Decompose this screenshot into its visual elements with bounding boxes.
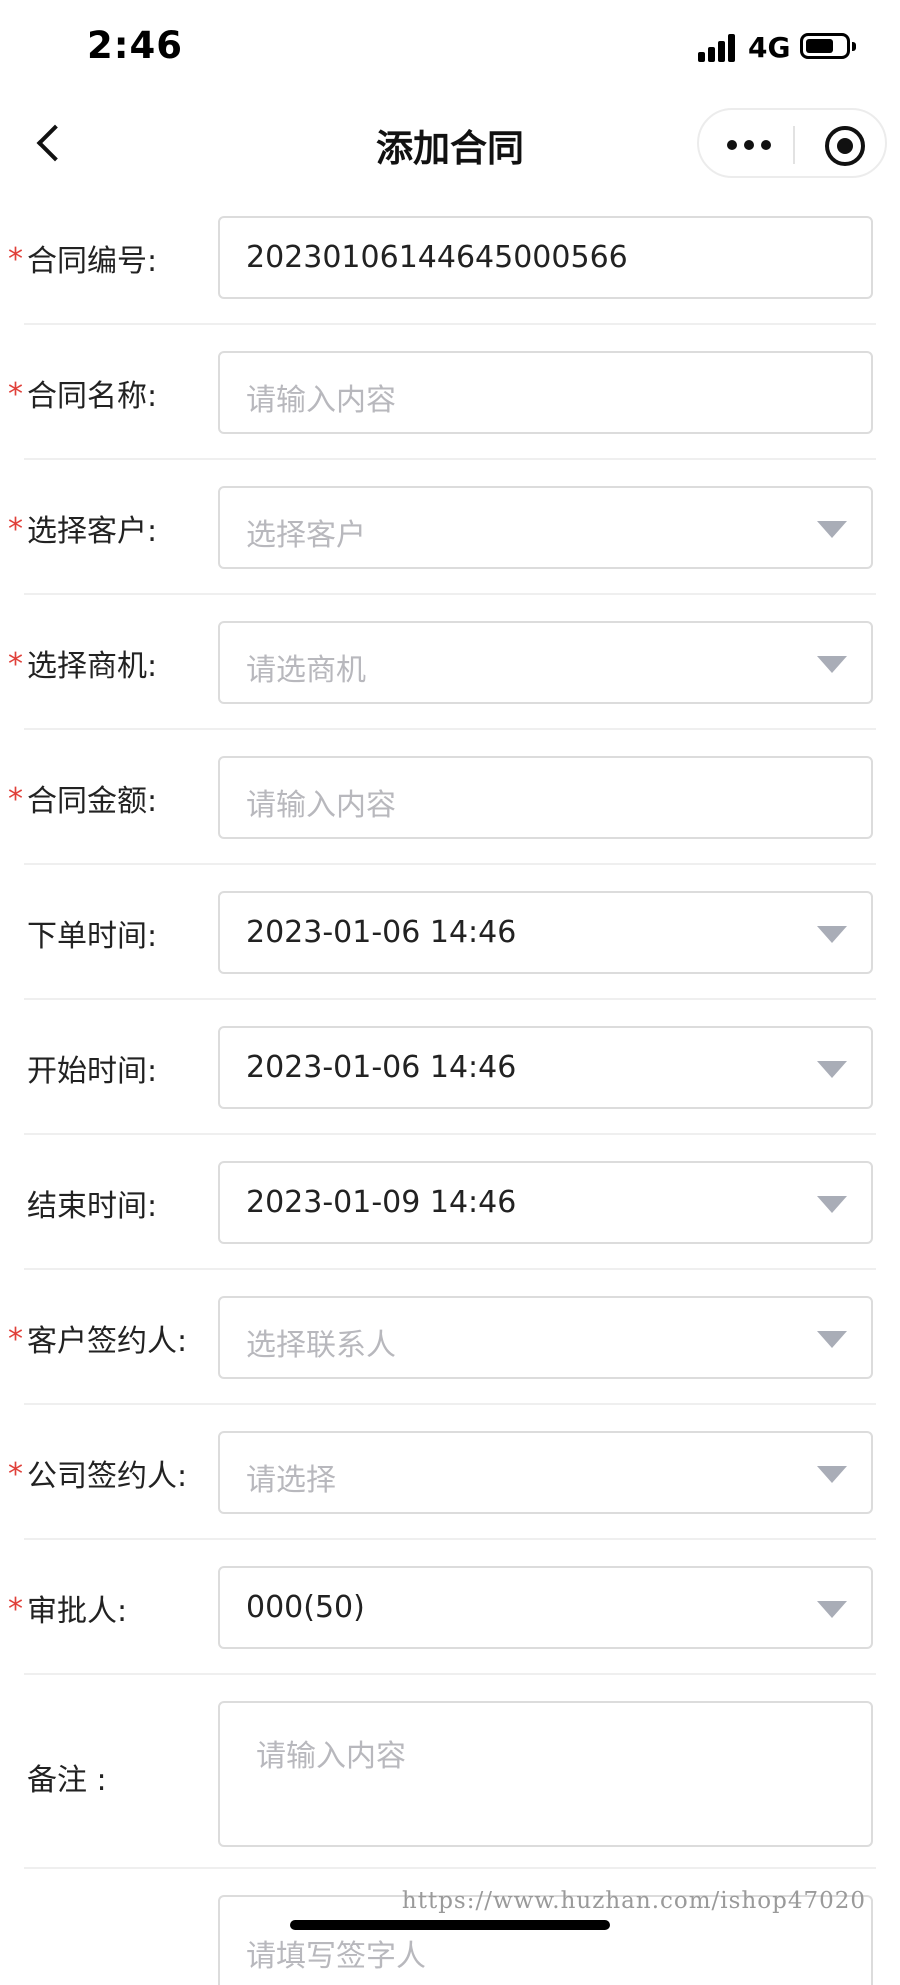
more-dots-icon[interactable] bbox=[725, 130, 773, 158]
form-row-approver: * 审批人: 000(50) bbox=[0, 1540, 900, 1675]
field-label: 开始时间: bbox=[27, 1054, 158, 1089]
start-time-picker[interactable]: 2023-01-06 14:46 bbox=[218, 1026, 873, 1109]
dropdown-arrow-icon bbox=[817, 1331, 847, 1348]
field-label: 公司签约人: bbox=[27, 1459, 188, 1494]
watermark-text: https://www.huzhan.com/ishop47020 bbox=[401, 1888, 866, 1914]
form-row-order-time: 下单时间: 2023-01-06 14:46 bbox=[0, 865, 900, 1000]
close-target-icon[interactable] bbox=[825, 126, 865, 166]
required-mark: * bbox=[8, 377, 23, 412]
status-bar: 2:46 4G bbox=[0, 0, 900, 100]
home-indicator bbox=[290, 1920, 610, 1930]
form-row-opportunity: * 选择商机: 请选商机 bbox=[0, 595, 900, 730]
field-value: 2023-01-06 14:46 bbox=[246, 1050, 517, 1085]
network-type: 4G bbox=[748, 31, 791, 64]
customer-select[interactable]: 选择客户 bbox=[218, 486, 873, 569]
form-row-amount: * 合同金额: 请输入内容 bbox=[0, 730, 900, 865]
form-row-contract-number: * 合同编号: 20230106144645000566 bbox=[0, 190, 900, 325]
field-label: 审批人: bbox=[27, 1594, 128, 1629]
field-placeholder: 请选商机 bbox=[246, 653, 366, 688]
status-time: 2:46 bbox=[87, 24, 184, 67]
required-mark: * bbox=[8, 782, 23, 817]
field-value: 20230106144645000566 bbox=[246, 240, 628, 275]
dropdown-arrow-icon bbox=[817, 521, 847, 538]
signal-icon bbox=[698, 34, 738, 62]
field-label: 选择商机: bbox=[27, 649, 158, 684]
contract-form: * 合同编号: 20230106144645000566 * 合同名称: 请输入… bbox=[0, 190, 900, 1985]
field-label: 客户签约人: bbox=[27, 1324, 188, 1359]
field-placeholder: 请选择 bbox=[246, 1463, 336, 1498]
end-time-picker[interactable]: 2023-01-09 14:46 bbox=[218, 1161, 873, 1244]
dropdown-arrow-icon bbox=[817, 656, 847, 673]
field-label: 备注 : bbox=[27, 1763, 107, 1798]
field-label: 合同金额: bbox=[27, 784, 158, 819]
field-label: 下单时间: bbox=[27, 919, 158, 954]
field-label: 合同编号: bbox=[27, 244, 158, 279]
capsule-divider bbox=[793, 126, 795, 164]
required-mark: * bbox=[8, 242, 23, 277]
form-row-company-signer: * 公司签约人: 请选择 bbox=[0, 1405, 900, 1540]
remark-textarea[interactable]: 请输入内容 bbox=[218, 1701, 873, 1847]
form-row-start-time: 开始时间: 2023-01-06 14:46 bbox=[0, 1000, 900, 1135]
field-placeholder: 请输入内容 bbox=[246, 383, 396, 418]
required-mark: * bbox=[8, 1322, 23, 1357]
field-label: 合同名称: bbox=[27, 379, 158, 414]
form-row-remark: 备注 : 请输入内容 bbox=[0, 1675, 900, 1869]
form-row-customer-signer: * 客户签约人: 选择联系人 bbox=[0, 1270, 900, 1405]
field-placeholder: 请填写签字人 bbox=[246, 1939, 426, 1974]
dropdown-arrow-icon bbox=[817, 1061, 847, 1078]
field-placeholder: 选择联系人 bbox=[246, 1328, 396, 1363]
required-mark: * bbox=[8, 647, 23, 682]
field-label: 结束时间: bbox=[27, 1189, 158, 1224]
required-mark: * bbox=[8, 1592, 23, 1627]
approver-select[interactable]: 000(50) bbox=[218, 1566, 873, 1649]
customer-signer-select[interactable]: 选择联系人 bbox=[218, 1296, 873, 1379]
company-signer-select[interactable]: 请选择 bbox=[218, 1431, 873, 1514]
required-mark: * bbox=[8, 512, 23, 547]
required-mark: * bbox=[8, 1457, 23, 1492]
contract-name-input[interactable]: 请输入内容 bbox=[218, 351, 873, 434]
field-value: 000(50) bbox=[246, 1590, 365, 1625]
field-placeholder: 选择客户 bbox=[246, 518, 366, 553]
dropdown-arrow-icon bbox=[817, 1196, 847, 1213]
dropdown-arrow-icon bbox=[817, 926, 847, 943]
mini-program-capsule bbox=[697, 108, 887, 178]
field-placeholder: 请输入内容 bbox=[246, 788, 396, 823]
nav-bar: 添加合同 bbox=[0, 100, 900, 190]
opportunity-select[interactable]: 请选商机 bbox=[218, 621, 873, 704]
field-value: 2023-01-09 14:46 bbox=[246, 1185, 517, 1220]
form-row-contract-name: * 合同名称: 请输入内容 bbox=[0, 325, 900, 460]
form-row-end-time: 结束时间: 2023-01-09 14:46 bbox=[0, 1135, 900, 1270]
battery-icon bbox=[800, 33, 856, 59]
form-row-customer: * 选择客户: 选择客户 bbox=[0, 460, 900, 595]
dropdown-arrow-icon bbox=[817, 1601, 847, 1618]
contract-amount-input[interactable]: 请输入内容 bbox=[218, 756, 873, 839]
field-label: 选择客户: bbox=[27, 514, 158, 549]
dropdown-arrow-icon bbox=[817, 1466, 847, 1483]
contract-number-input[interactable]: 20230106144645000566 bbox=[218, 216, 873, 299]
order-time-picker[interactable]: 2023-01-06 14:46 bbox=[218, 891, 873, 974]
field-placeholder: 请输入内容 bbox=[256, 1739, 406, 1774]
field-value: 2023-01-06 14:46 bbox=[246, 915, 517, 950]
